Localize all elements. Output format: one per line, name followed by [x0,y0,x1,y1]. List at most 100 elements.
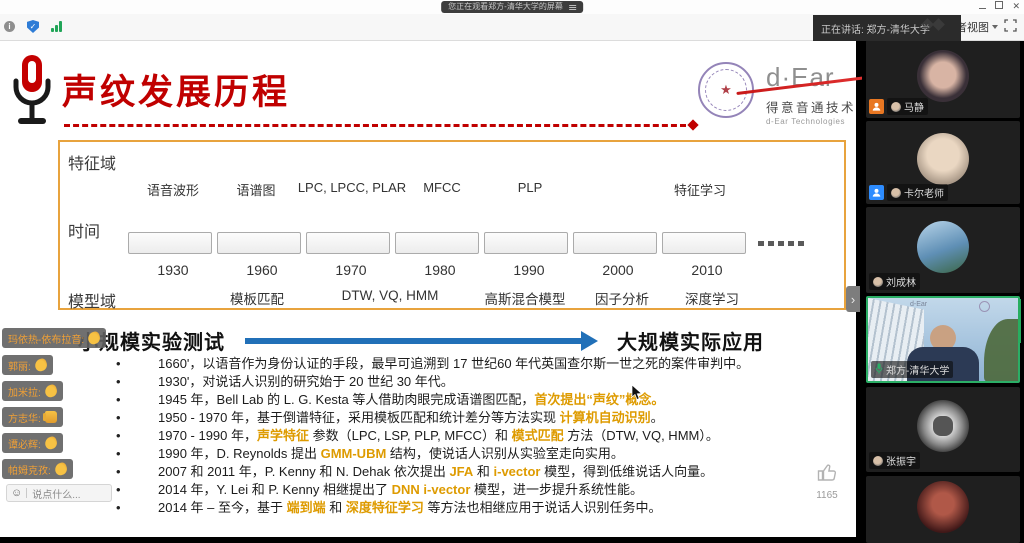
bullet-item: 2014 年，Y. Lei 和 P. Kenny 相继提出了 DNN i-vec… [100,481,830,499]
clap-emoji-icon [87,330,102,345]
member-role-icon [869,99,884,114]
minimize-button[interactable] [979,0,986,13]
transition-right-label: 大规模实际应用 [617,326,764,355]
video-trees [984,319,1018,381]
participant-tile[interactable]: 马静 [866,40,1020,118]
participant-label: 张振宇 [869,452,920,469]
bullet-text: 1945 年，Bell Lab 的 L. G. Kesta 等人借助肉眼完成语谱… [158,392,534,407]
timeline-bars [128,232,746,254]
participant-tile[interactable]: 刘成林 [866,207,1020,293]
participant-name: 郑方-清华大学 [886,362,949,377]
bullet-text: 1660'，以语音作为身份认证的手段，最早可追溯到 17 世纪60 年代英国查尔… [158,356,749,371]
bullet-highlight-text: 模式匹配 [512,428,564,443]
timeline-bar [484,232,568,254]
mini-avatar-icon [891,102,901,112]
maximize-button[interactable] [995,0,1003,13]
bullet-item: 1990 年，D. Reynolds 提出 GMM-UBM 结构，使说话人识别从… [100,445,830,463]
avatar [917,400,969,452]
chevron-right-icon: › [851,292,855,307]
bullet-text: 和 [326,500,346,515]
like-count: 1165 [804,490,850,501]
participant-name-pill: 张振宇 [869,452,920,469]
reaction-user-name: 帕姆克孜: [8,462,51,477]
feature-label: LPC, LPCC, PLAR [298,180,406,195]
avatar [917,50,969,102]
view-mode-button[interactable]: 者视图 [956,19,998,35]
reaction-badge: 加米拉: [2,381,63,401]
avatar [917,221,969,273]
bullet-highlight-text: i-vector [494,464,541,479]
clap-emoji-icon [43,383,58,398]
thumbs-up-icon [816,462,838,482]
participant-tile[interactable]: d-Ear郑方-清华大学 [866,296,1020,383]
bullet-highlight-text: 端到端 [287,500,326,515]
emoji-smiley-icon[interactable]: ☺ [7,485,26,501]
year-label: 1970 [335,262,366,278]
bullet-item: 1660'，以语音作为身份认证的手段，最早可追溯到 17 世纪60 年代英国查尔… [100,355,830,373]
model-label: 模板匹配 [230,288,284,308]
slide-title: 声纹发展历程 [62,64,290,115]
reaction-user-name: 谭必辉: [8,436,41,451]
participant-label: 马静 [869,98,928,115]
participant-label: 卡尔老师 [869,184,948,201]
screen-viewing-banner[interactable]: 您正在观看郑方-清华大学的屏幕 [441,1,583,13]
feature-label: 特征学习 [674,180,726,199]
bullet-highlight-text: GMM-UBM [321,446,387,461]
mini-avatar-icon [873,277,883,287]
thumbs-up-emoji-icon [45,411,57,423]
bullet-text: 模型，得到低维说话人向量。 [540,464,713,479]
now-speaking-tooltip: 正在讲话: 郑方-清华大学 [813,15,961,41]
year-label: 2000 [602,262,633,278]
bullet-text: 1970 - 1990 年， [158,428,257,443]
fullscreen-icon[interactable] [1004,19,1017,37]
participant-tile[interactable]: 张振宇 [866,387,1020,472]
participant-tile[interactable]: 卡尔老师 [866,121,1020,204]
bullet-text: 和 [473,464,493,479]
info-icon[interactable]: i [4,21,15,32]
clap-emoji-icon [33,357,48,372]
sidebar-scrollbar[interactable] [1018,299,1021,343]
bullet-text: 模型，进一步提升系统性能。 [470,482,643,497]
participant-tile[interactable] [866,476,1020,543]
network-signal-icon[interactable] [51,21,62,32]
security-shield-icon[interactable]: ✓ [27,20,39,33]
window-controls: ✕ [979,0,1020,13]
chat-divider [26,488,27,498]
bullet-item: 2014 年 – 至今，基于 端到端 和 深度特征学习 等方法也相继应用于说话人… [100,499,830,517]
meeting-window: 您正在观看郑方-清华大学的屏幕 ✕ i ✓ 者视图 正在讲话: 郑方-清华大学 [0,0,1024,543]
bullet-text: 参数（LPC, LSP, PLP, MFCC）和 [309,428,512,443]
clap-emoji-icon [43,435,58,450]
microphone-icon [6,52,58,137]
reaction-badge: 帕姆克孜: [2,459,73,479]
reaction-user-name: 郭丽: [8,358,31,373]
clap-emoji-icon [53,461,68,476]
bullet-item: 1930'，对说话人识别的研究始于 20 世纪 30 年代。 [100,373,830,391]
close-button[interactable]: ✕ [1012,0,1020,13]
model-label: 因子分析 [595,288,649,308]
bullet-text: 。 [651,410,664,425]
reaction-user-name: 玛依热-依布拉音: [8,331,84,346]
bullet-item: 2007 和 2011 年，P. Kenny 和 N. Dehak 依次提出 J… [100,463,830,481]
year-label: 1990 [513,262,544,278]
transition-arrow [245,338,581,344]
title-underline [64,124,686,127]
chat-input[interactable]: ☺ 说点什么... [6,484,112,502]
participant-name-pill: 郑方-清华大学 [871,361,953,378]
model-label: 深度学习 [685,288,739,308]
bullet-text: 1930'，对说话人识别的研究始于 20 世纪 30 年代。 [158,374,454,389]
avatar [917,481,969,533]
banner-menu-icon[interactable] [569,7,576,8]
timeline-bar [573,232,657,254]
bullet-highlight-text: JFA [449,464,473,479]
mini-avatar-icon [873,456,883,466]
year-label: 1980 [424,262,455,278]
participant-name: 马静 [904,99,924,114]
like-widget[interactable]: 1165 [804,462,850,501]
shared-screen-slide: 声纹发展历程 ★ d·Ear 得意音通技术 d-Ear Technologies… [0,40,856,537]
sidebar-collapse-button[interactable]: › [846,286,860,312]
reaction-user-name: 方志华: [8,410,41,425]
model-label: 高斯混合模型 [485,288,566,308]
avatar [917,133,969,185]
mouse-cursor [631,384,643,406]
screen-viewing-banner-text: 您正在观看郑方-清华大学的屏幕 [448,1,563,13]
